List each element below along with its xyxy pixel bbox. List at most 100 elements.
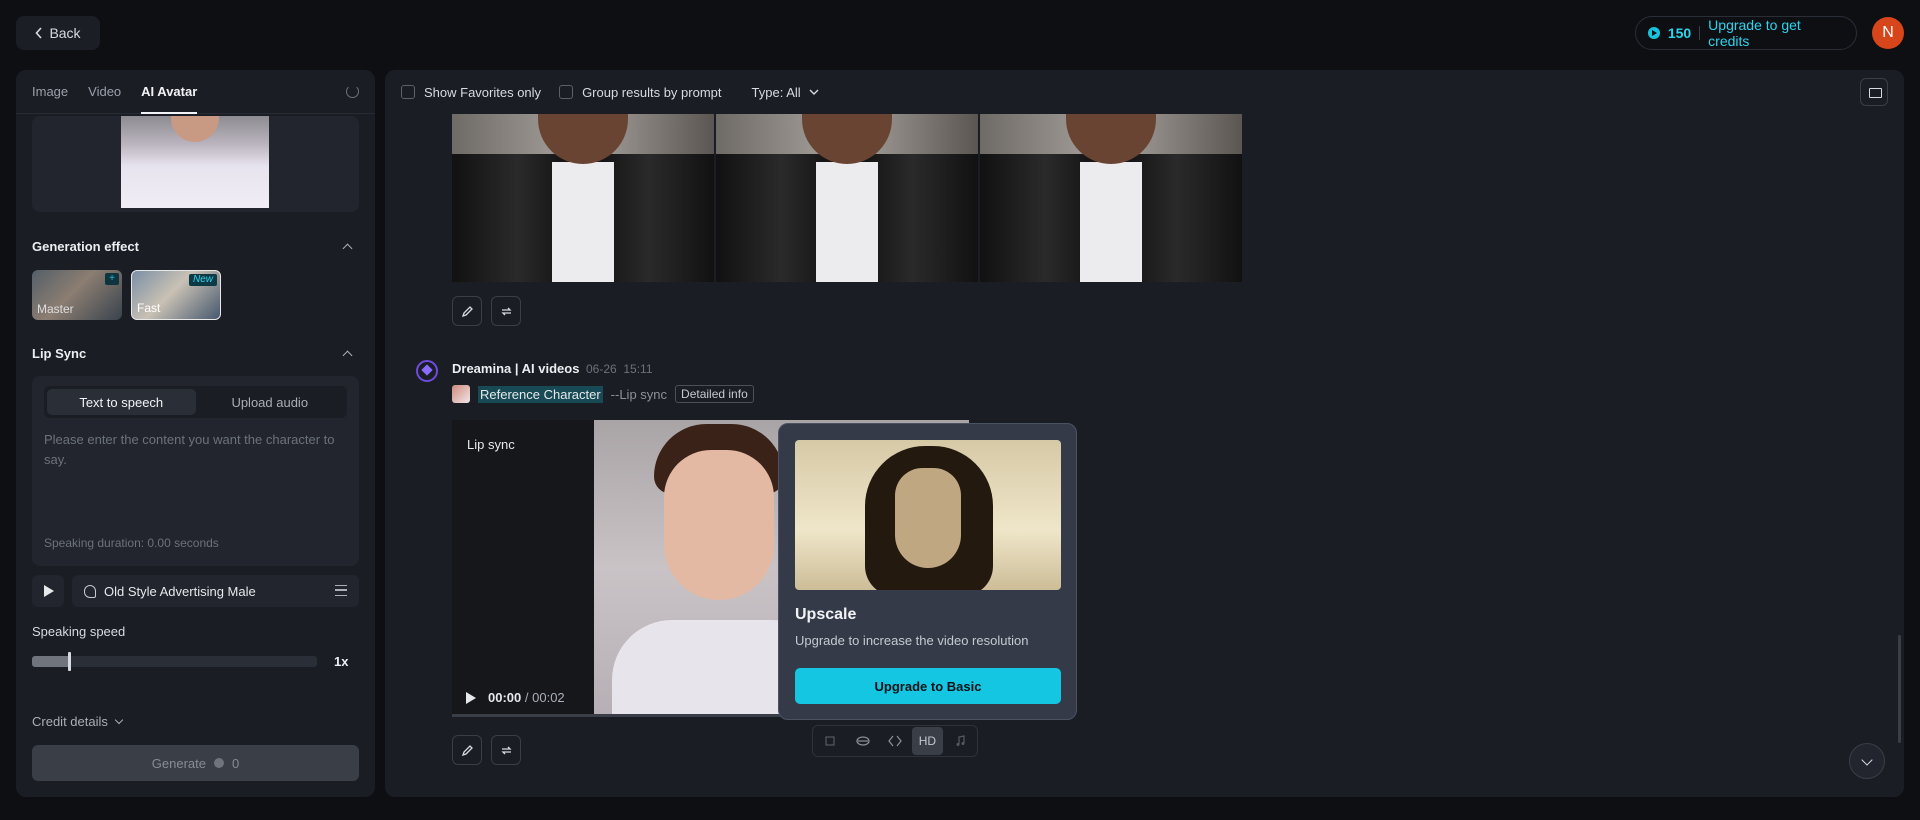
hd-upscale-button[interactable]: HD [912,727,943,755]
result-source: Dreamina | AI videos [452,361,580,376]
result-image[interactable] [452,114,714,282]
reference-character-preview[interactable] [32,116,359,212]
prompt-row: Reference Character --Lip sync Detailed … [452,385,754,403]
dreamina-logo-icon [416,360,438,382]
chevron-up-icon[interactable] [342,243,353,254]
interpolate-icon[interactable] [880,727,910,755]
effect-label: Master [37,302,74,316]
upgrade-to-basic-button[interactable]: Upgrade to Basic [795,668,1061,704]
speaking-duration: Speaking duration: 0.00 seconds [44,536,219,550]
video-tools-bar: HD [812,725,978,757]
lip-sync-box: Text to speech Upload audio Please enter… [32,376,359,566]
chevron-left-icon [35,27,43,39]
generate-button[interactable]: Generate 0 [32,745,359,781]
credits-pill[interactable]: 150 Upgrade to get credits [1635,16,1857,50]
voice-selector[interactable]: Old Style Advertising Male [72,575,359,607]
favorites-checkbox[interactable] [401,85,415,99]
folder-icon[interactable] [1860,78,1888,106]
character-image [121,116,269,208]
generate-label: Generate [151,755,206,771]
credit-details-label: Credit details [32,714,108,729]
favorites-filter[interactable]: Show Favorites only [401,85,541,100]
type-filter-dropdown[interactable]: Type: All [752,85,819,100]
play-voice-button[interactable] [32,575,64,607]
group-checkbox[interactable] [559,85,574,99]
effect-option-master[interactable]: + Master [32,270,122,320]
pencil-icon [461,744,473,756]
reference-character-tag[interactable]: Reference Character [478,385,603,403]
group-label: Group results by prompt [582,84,722,100]
upload-audio-tab[interactable]: Upload audio [196,389,345,415]
back-label: Back [49,25,81,41]
speed-slider-handle[interactable] [68,652,72,671]
regenerate-button[interactable] [491,296,521,326]
play-icon[interactable] [466,692,476,704]
generation-effect-title: Generation effect [32,239,139,254]
group-filter[interactable]: Group results by prompt [559,84,722,100]
video-label: Lip sync [467,437,515,452]
upscale-preview-image [795,440,1061,590]
chevron-down-icon [809,89,819,95]
upscale-popover: Upscale Upgrade to increase the video re… [778,423,1077,720]
result-image[interactable] [980,114,1242,282]
repeat-icon [500,746,512,754]
result-image[interactable] [716,114,978,282]
upgrade-credits-link[interactable]: Upgrade to get credits [1708,17,1844,49]
credit-coin-icon [213,758,224,768]
credit-coin-icon [1648,27,1660,39]
sliders-icon[interactable] [335,585,347,596]
voice-name: Old Style Advertising Male [104,583,256,599]
result-date: 06-26 [586,362,617,376]
favorites-label: Show Favorites only [424,84,542,100]
video-time: 00:00 / 00:02 [488,690,565,705]
refresh-icon[interactable] [346,85,359,98]
lip-sync-mode-switch: Text to speech Upload audio [44,386,347,418]
scroll-to-bottom-button[interactable] [1849,743,1885,779]
lip-sync-title: Lip Sync [32,346,87,361]
edit-button[interactable] [452,735,482,765]
edit-button[interactable] [452,296,482,326]
new-badge: New [188,274,217,286]
effect-label: Fast [137,301,161,315]
speech-text-input[interactable]: Please enter the content you want the ch… [44,430,349,470]
filter-bar: Show Favorites only Group results by pro… [385,70,1904,114]
chevron-up-icon[interactable] [342,350,353,361]
time-separator: / [524,690,529,705]
effect-option-fast[interactable]: New Fast [131,270,221,320]
tab-ai-avatar[interactable]: AI Avatar [141,70,198,114]
tab-video[interactable]: Video [88,70,121,114]
current-time: 00:00 [488,690,522,705]
repeat-icon [500,307,512,315]
total-time: 00:02 [532,690,565,705]
regenerate-button[interactable] [491,735,521,765]
generate-cost: 0 [231,755,240,771]
mode-tag: --Lip sync [610,386,668,402]
pencil-icon [461,305,473,317]
mode-tabs: Image Video AI Avatar [16,70,375,114]
tab-image[interactable]: Image [32,70,68,114]
reference-thumbnail [452,385,470,403]
voice-head-icon [84,584,96,598]
back-button[interactable]: Back [16,16,100,50]
avatar[interactable]: N [1872,17,1904,49]
speed-slider[interactable] [32,656,317,667]
results-panel: Show Favorites only Group results by pro… [385,70,1904,797]
chevron-down-icon [114,715,124,724]
lip-sync-icon[interactable] [847,727,877,755]
credit-details-toggle[interactable]: Credit details [32,714,124,729]
type-filter-label: Type: All [751,84,801,100]
result-timestamp: 06-26 15:11 [586,362,653,376]
left-panel: Image Video AI Avatar Generation effect … [16,70,375,797]
speed-value: 1x [334,654,349,669]
music-icon[interactable] [945,727,975,755]
divider [1699,26,1701,40]
scrollbar[interactable] [1898,635,1901,743]
credits-value: 150 [1667,25,1692,41]
text-to-speech-tab[interactable]: Text to speech [47,389,196,415]
detailed-info-button[interactable]: Detailed info [675,385,754,403]
upscale-subtitle: Upgrade to increase the video resolution [795,633,1029,648]
crop-icon[interactable] [815,727,845,755]
speaking-speed-label: Speaking speed [32,624,126,639]
upscale-title: Upscale [795,606,857,623]
plus-badge: + [105,273,119,285]
